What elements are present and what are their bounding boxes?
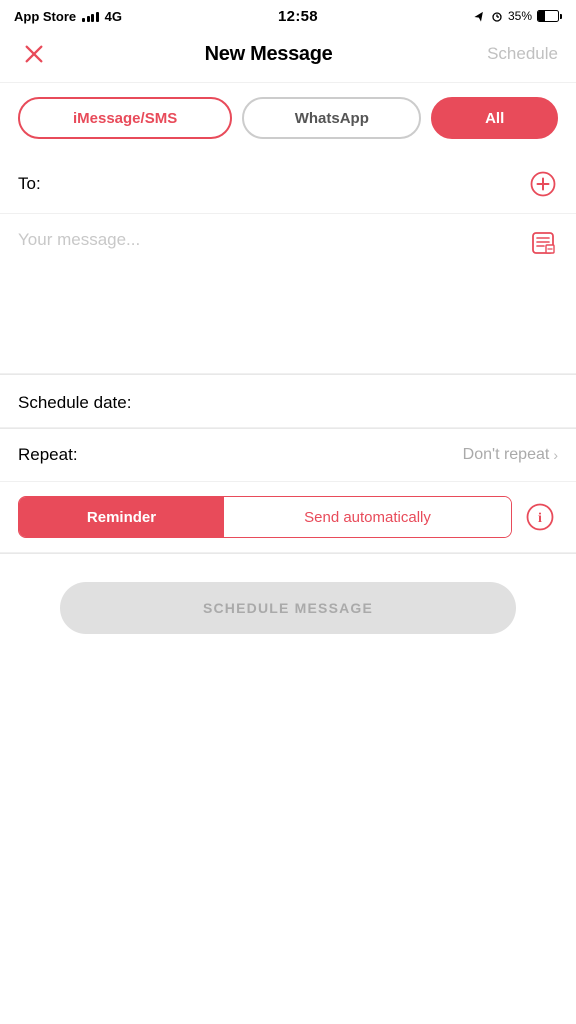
schedule-date-label: Schedule date: [18,393,131,412]
repeat-row: Repeat: Don't repeat › [0,429,576,482]
page-title: New Message [205,43,333,66]
message-placeholder: Your message... [18,228,518,252]
schedule-link[interactable]: Schedule [487,44,558,64]
schedule-date-row: Schedule date: [0,375,576,428]
send-auto-option[interactable]: Send automatically [224,497,511,537]
status-left: App Store 4G [14,9,122,24]
tab-whatsapp[interactable]: WhatsApp [242,97,421,139]
close-button[interactable] [18,38,50,70]
close-icon [23,43,45,65]
status-time: 12:58 [278,8,318,25]
repeat-value-button[interactable]: Don't repeat › [463,446,558,464]
nav-bar: New Message Schedule [0,30,576,83]
add-circle-icon [530,171,556,197]
signal-bars [82,10,99,22]
location-icon [474,10,486,22]
signal-bar-3 [91,14,94,22]
message-area[interactable]: Your message... [0,214,576,374]
add-recipient-button[interactable] [528,169,558,199]
schedule-message-button[interactable]: SCHEDULE MESSAGE [60,582,516,634]
status-bar: App Store 4G 12:58 35% [0,0,576,30]
template-button[interactable] [528,228,558,258]
network-label: 4G [105,9,122,24]
reminder-toggle[interactable]: Reminder Send automatically [18,496,512,538]
info-button[interactable]: i [522,499,558,535]
battery-label: 35% [508,9,532,23]
bottom-area [0,662,576,862]
repeat-value-text: Don't repeat [463,446,550,464]
chevron-right-icon: › [553,447,558,463]
to-label: To: [18,174,41,194]
repeat-label: Repeat: [18,445,78,465]
carrier-label: App Store [14,9,76,24]
info-icon: i [526,503,554,531]
template-icon [530,230,556,256]
tab-all[interactable]: All [431,97,558,139]
signal-bar-4 [96,12,99,22]
alarm-icon [491,10,503,22]
status-right: 35% [474,9,562,23]
signal-bar-1 [82,18,85,22]
schedule-btn-label: SCHEDULE MESSAGE [203,600,373,616]
to-row: To: [0,155,576,214]
toggle-row: Reminder Send automatically i [0,482,576,553]
signal-bar-2 [87,16,90,22]
tab-selector: iMessage/SMS WhatsApp All [0,83,576,155]
tab-imessage[interactable]: iMessage/SMS [18,97,232,139]
schedule-btn-container: SCHEDULE MESSAGE [0,554,576,662]
battery-icon [537,10,562,22]
svg-text:i: i [538,511,542,526]
reminder-option[interactable]: Reminder [19,497,224,537]
